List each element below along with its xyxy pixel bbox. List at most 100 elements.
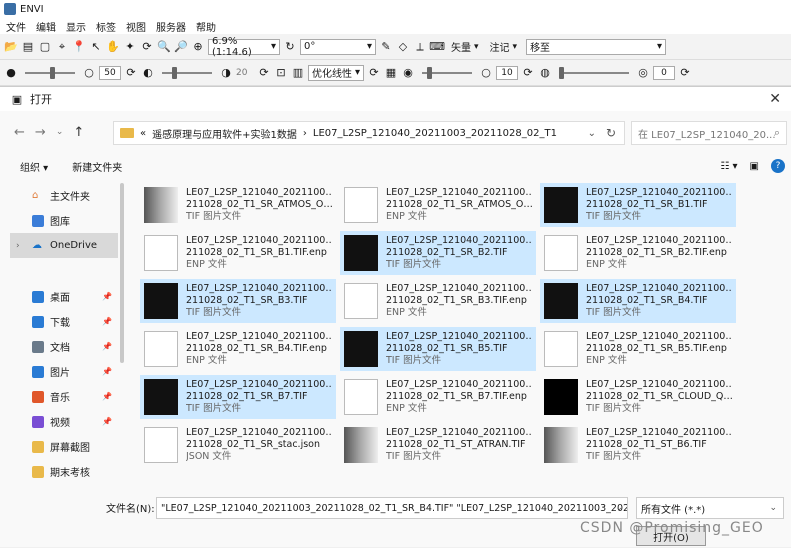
chevron-right-icon[interactable]: › — [16, 241, 20, 251]
address-overflow[interactable]: « — [140, 128, 146, 139]
rotation-select[interactable]: 0° ▾ — [300, 38, 376, 55]
file-item[interactable]: LE07_L2SP_121040_20211003_20 211028_02_T1… — [540, 231, 736, 275]
file-item[interactable]: LE07_L2SP_121040_20211003_20 211028_02_T1… — [140, 423, 336, 467]
refresh-icon[interactable]: ⟳ — [678, 66, 692, 80]
file-item[interactable]: LE07_L2SP_121040_20211003_20 211028_02_T1… — [140, 183, 336, 227]
pin-icon[interactable]: 📍 — [72, 40, 86, 54]
zoom-in-icon[interactable]: 🔍 — [157, 40, 171, 54]
contrast-slider[interactable] — [162, 66, 212, 79]
sidebar-item-4[interactable]: 音乐 📌 — [10, 384, 118, 409]
file-item[interactable]: LE07_L2SP_121040_20211003_20 211028_02_T1… — [540, 327, 736, 371]
brightness-reset-icon[interactable]: ○ — [82, 66, 96, 80]
address-bar[interactable]: « 遥感原理与应用软件+实验1数据 › LE07_L2SP_121040_202… — [113, 121, 625, 145]
menu-item[interactable]: 帮助 — [196, 19, 216, 34]
menu-item[interactable]: 标签 — [96, 19, 116, 34]
refresh-icon[interactable]: ↻ — [606, 126, 616, 140]
sharpen-value[interactable]: 10 — [496, 65, 518, 80]
refresh-icon[interactable]: ⟳ — [257, 66, 271, 80]
rotate-view-icon[interactable]: ↻ — [283, 40, 297, 54]
pin-icon[interactable]: 📌 — [102, 392, 112, 401]
pin-icon[interactable]: 📌 — [102, 367, 112, 376]
sidebar-item-3[interactable]: 图片 📌 — [10, 359, 118, 384]
search-input[interactable]: 在 LE07_L2SP_121040_20... ⌕ — [631, 121, 787, 145]
keyboard-icon[interactable]: ⌨ — [429, 40, 445, 54]
annotation-tool[interactable]: 注记 — [490, 39, 510, 54]
organize-button[interactable]: 组织 ▾ — [20, 159, 48, 174]
crosshair-icon[interactable]: ⌖ — [55, 40, 69, 54]
file-item[interactable]: LE07_L2SP_121040_20211003_20 211028_02_T1… — [140, 231, 336, 275]
preview-pane-icon[interactable]: ▣ — [750, 161, 759, 172]
search-icon[interactable]: ⌕ — [774, 126, 780, 140]
sharpen-slider[interactable] — [422, 66, 472, 79]
chevron-down-icon[interactable]: ⌄ — [588, 128, 596, 139]
file-item[interactable]: LE07_L2SP_121040_20211003_20 211028_02_T1… — [340, 423, 536, 467]
sidebar-scrollbar[interactable] — [120, 183, 124, 363]
help-icon[interactable]: ? — [771, 159, 785, 173]
menu-item[interactable]: 文件 — [6, 19, 26, 34]
new-folder-button[interactable]: 新建文件夹 — [72, 159, 122, 174]
zoom-fit-icon[interactable]: ⊕ — [191, 40, 205, 54]
open-file-icon[interactable]: 📂 — [4, 40, 18, 54]
recent-chevron-icon[interactable]: ⌄ — [56, 127, 64, 137]
breadcrumb-current[interactable]: LE07_L2SP_121040_20211003_20211028_02_T1 — [313, 128, 557, 139]
refresh-icon[interactable]: ⟳ — [367, 66, 381, 80]
sidebar-item-home[interactable]: ⌂ 主文件夹 — [10, 183, 118, 208]
menu-item[interactable]: 编辑 — [36, 19, 56, 34]
pin-icon[interactable]: 📌 — [102, 342, 112, 351]
sharpen-reset-icon[interactable]: ○ — [479, 66, 493, 80]
pan-hand-icon[interactable]: ✋ — [106, 40, 120, 54]
transparency-slider[interactable] — [559, 66, 629, 79]
roi-icon[interactable]: ◇ — [396, 40, 410, 54]
file-item[interactable]: LE07_L2SP_121040_20211003_20 211028_02_T1… — [140, 279, 336, 323]
color-table-icon[interactable]: ▦ — [384, 66, 398, 80]
file-item[interactable]: LE07_L2SP_121040_20211003_20 211028_02_T1… — [340, 183, 536, 227]
breadcrumb-parent[interactable]: 遥感原理与应用软件+实验1数据 — [152, 126, 297, 141]
zoom-out-icon[interactable]: 🔎 — [174, 40, 188, 54]
filetype-select[interactable]: 所有文件 (*.*) ⌄ — [636, 497, 784, 519]
filename-input[interactable]: "LE07_L2SP_121040_20211003_20211028_02_T… — [156, 497, 628, 519]
vector-tool[interactable]: 矢量 — [451, 39, 471, 54]
pin-icon[interactable]: 📌 — [102, 292, 112, 301]
transparency-reset-icon[interactable]: ◎ — [636, 66, 650, 80]
refresh-icon[interactable]: ⟳ — [124, 66, 138, 80]
sidebar-item-0[interactable]: 桌面 📌 — [10, 284, 118, 309]
select-arrow-icon[interactable]: ↖ — [89, 40, 103, 54]
pin-icon[interactable]: 📌 — [102, 417, 112, 426]
file-item[interactable]: LE07_L2SP_121040_20211003_20 211028_02_T1… — [140, 327, 336, 371]
file-item[interactable]: LE07_L2SP_121040_20211003_20 211028_02_T1… — [540, 183, 736, 227]
menu-item[interactable]: 显示 — [66, 19, 86, 34]
transparency-value[interactable]: 0 — [653, 65, 675, 80]
menu-item[interactable]: 服务器 — [156, 19, 186, 34]
file-item[interactable]: LE07_L2SP_121040_20211003_20 211028_02_T1… — [340, 231, 536, 275]
file-item[interactable]: LE07_L2SP_121040_20211003_20 211028_02_T1… — [540, 423, 736, 467]
sidebar-item-7[interactable]: 期末考核 — [10, 459, 118, 484]
view-options-icon[interactable]: ☷ ▾ — [720, 161, 737, 172]
file-item[interactable]: LE07_L2SP_121040_20211003_20 211028_02_T1… — [340, 279, 536, 323]
brightness-value[interactable]: 50 — [99, 65, 121, 80]
file-item[interactable]: LE07_L2SP_121040_20211003_20 211028_02_T1… — [340, 375, 536, 419]
vector-draw-icon[interactable]: ✎ — [379, 40, 393, 54]
sidebar-item-6[interactable]: 屏幕截图 — [10, 434, 118, 459]
sidebar-item-onedrive[interactable]: › ☁ OneDrive — [10, 233, 118, 258]
sidebar-item-5[interactable]: 视频 📌 — [10, 409, 118, 434]
back-arrow-icon[interactable]: ← — [14, 125, 25, 140]
stretch-select[interactable]: 优化线性 ▾ — [308, 64, 364, 81]
sidebar-item-2[interactable]: 文档 📌 — [10, 334, 118, 359]
up-arrow-icon[interactable]: ↑ — [73, 125, 84, 140]
file-item[interactable]: LE07_L2SP_121040_20211003_20 211028_02_T1… — [540, 279, 736, 323]
file-item[interactable]: LE07_L2SP_121040_20211003_20 211028_02_T1… — [140, 375, 336, 419]
stretch-icon[interactable]: ⊡ — [274, 66, 288, 80]
menu-item[interactable]: 视图 — [126, 19, 146, 34]
measure-icon[interactable]: ⟂ — [413, 40, 427, 54]
pin-icon[interactable]: 📌 — [102, 317, 112, 326]
brightness-slider[interactable] — [25, 66, 75, 79]
forward-arrow-icon[interactable]: → — [35, 125, 46, 140]
contrast-reset-icon[interactable]: ◑ — [219, 66, 233, 80]
file-item[interactable]: LE07_L2SP_121040_20211003_20 211028_02_T1… — [340, 327, 536, 371]
sidebar-item-1[interactable]: 下载 📌 — [10, 309, 118, 334]
fly-icon[interactable]: ✦ — [123, 40, 137, 54]
data-manager-icon[interactable]: ▤ — [21, 40, 35, 54]
contrast-value[interactable]: 20 — [236, 68, 254, 78]
close-icon[interactable]: ✕ — [769, 91, 781, 107]
histogram-icon[interactable]: ▥ — [291, 66, 305, 80]
